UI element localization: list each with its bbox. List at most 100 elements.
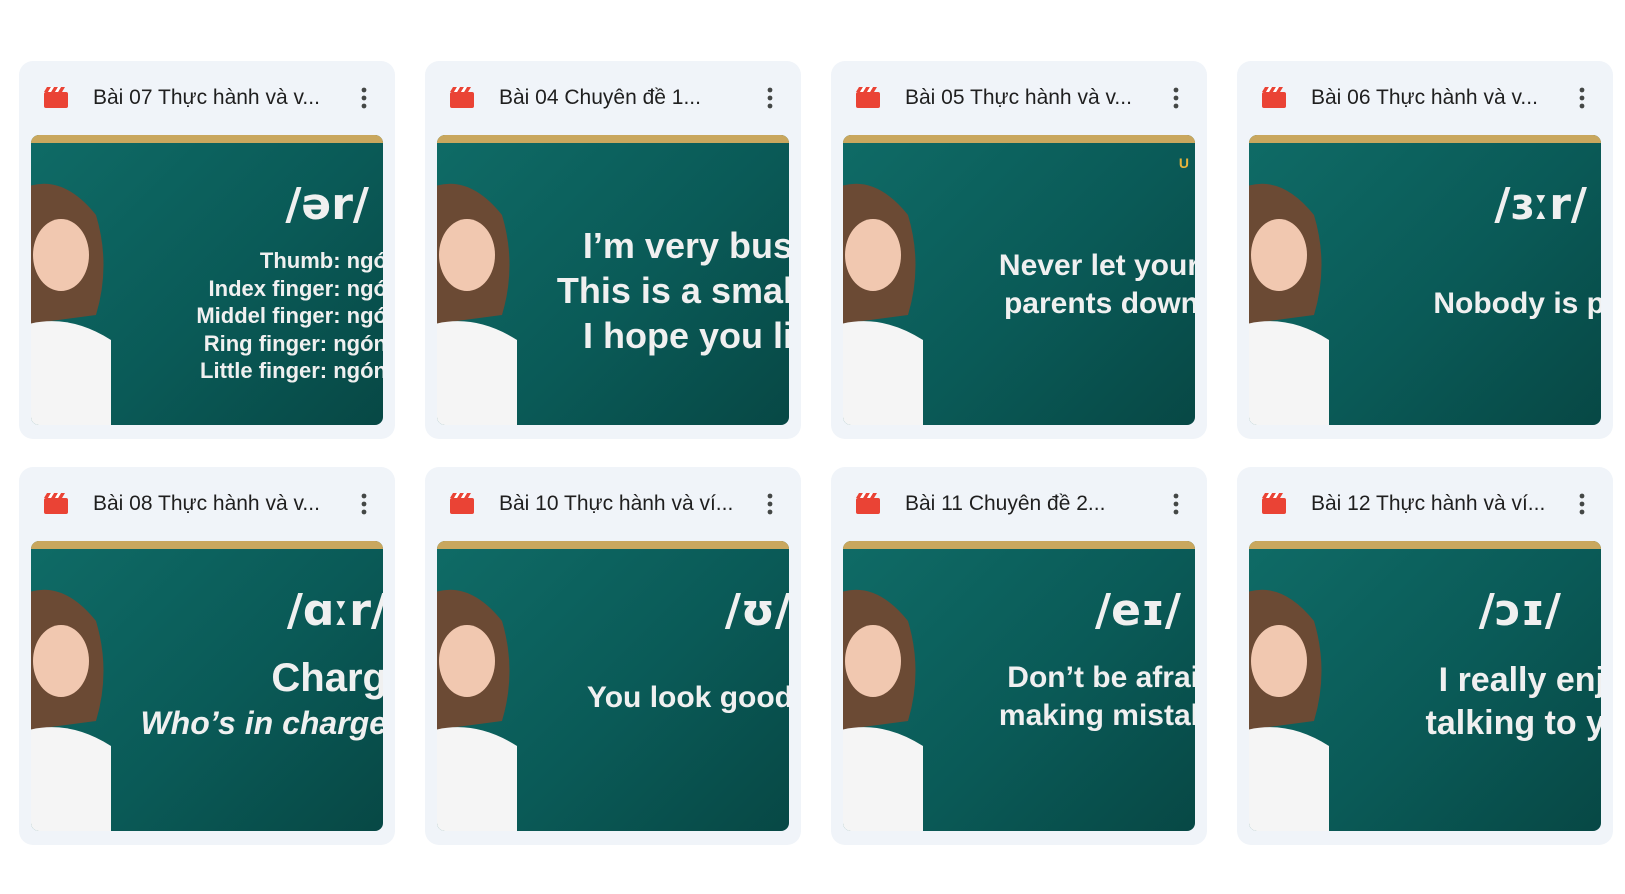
thumb-caption-line: making mistal [998,698,1195,732]
thumb-ipa-symbol: /ɔɪ/ [1478,585,1561,636]
card-header: Bài 08 Thực hành và v... [19,467,395,541]
video-card[interactable]: Bài 10 Thực hành và ví... /ʊ/ You look g… [425,467,801,845]
more-options-button[interactable] [1565,487,1599,521]
thumbnail-border [31,541,383,549]
video-thumbnail[interactable]: /ɜːr/ Nobody is p [1249,135,1601,425]
video-thumbnail[interactable]: /ɑːr/ Charg Who’s in charge [31,541,383,831]
card-header: Bài 07 Thực hành và v... [19,61,395,135]
video-card[interactable]: Bài 07 Thực hành và v... /ər/ Thumb: ngó… [19,61,395,439]
thumb-caption-line: I hope you li [582,315,789,356]
video-card[interactable]: Bài 12 Thực hành và ví... /ɔɪ/ I really … [1237,467,1613,845]
thumb-ipa-symbol: /ɜːr/ [1494,179,1587,230]
thumb-caption-line: You look good [586,681,789,714]
card-title: Bài 11 Chuyên đề 2... [905,492,1106,515]
thumb-ipa-symbol: /ɑːr/ [286,585,383,636]
thumbnail-border [437,135,789,143]
video-icon [450,493,474,514]
video-card[interactable]: Bài 06 Thực hành và v... /ɜːr/ Nobody is… [1237,61,1613,439]
thumb-caption-line: I’m very bus [582,225,789,266]
thumb-caption-line: talking to y [1425,703,1601,742]
card-title: Bài 06 Thực hành và v... [1311,86,1538,109]
thumbnail-border [1249,135,1601,143]
thumb-caption: I’m very bus This is a smal I hope you li [557,223,789,358]
card-title: Bài 05 Thực hành và v... [905,86,1132,109]
more-vert-icon [1173,87,1179,109]
video-card[interactable]: Bài 11 Chuyên đề 2... /eɪ/ Don’t be afra… [831,467,1207,845]
video-card[interactable]: Bài 04 Chuyên đề 1... I’m very bus This i… [425,61,801,439]
card-header: Bài 11 Chuyên đề 2... [831,467,1207,541]
card-header: Bài 10 Thực hành và ví... [425,467,801,541]
video-grid: Bài 07 Thực hành và v... /ər/ Thumb: ngó… [19,61,1613,845]
presenter-figure [1249,183,1329,425]
card-header: Bài 05 Thực hành và v... [831,61,1207,135]
video-thumbnail[interactable]: U Never let your parents down [843,135,1195,425]
thumbnail-border [31,135,383,143]
more-options-button[interactable] [347,81,381,115]
video-icon [44,493,68,514]
thumbnail-border [437,541,789,549]
thumb-caption-line: This is a smal [556,270,789,311]
card-title: Bài 04 Chuyên đề 1... [499,86,701,109]
thumb-caption-line: Ring finger: ngón [203,330,383,356]
card-title: Bài 07 Thực hành và v... [93,86,320,109]
video-thumbnail[interactable]: /ʊ/ You look good [437,541,789,831]
presenter-figure [437,589,517,831]
card-header: Bài 04 Chuyên đề 1... [425,61,801,135]
presenter-figure [843,183,923,425]
video-thumbnail[interactable]: /eɪ/ Don’t be afrai making mistal [843,541,1195,831]
thumb-caption: I really enj talking to y [1426,659,1601,744]
video-card[interactable]: Bài 08 Thực hành và v... /ɑːr/ Charg Who’… [19,467,395,845]
presenter-figure [1249,589,1329,831]
thumb-caption: Nobody is p [1433,285,1601,323]
presenter-figure [31,589,111,831]
video-thumbnail[interactable]: /ər/ Thumb: ngó Index finger: ngó Middel f… [31,135,383,425]
thumb-caption-line: Index finger: ngó [208,275,383,301]
video-icon [1262,493,1286,514]
presenter-figure [31,183,111,425]
card-title: Bài 08 Thực hành và v... [93,492,320,515]
more-vert-icon [361,493,367,515]
more-vert-icon [767,493,773,515]
thumb-caption: You look good [587,679,789,717]
thumb-caption: Never let your parents down [999,247,1195,322]
more-options-button[interactable] [1159,81,1193,115]
more-vert-icon [361,87,367,109]
card-header: Bài 06 Thực hành và v... [1237,61,1613,135]
video-thumbnail[interactable]: I’m very bus This is a smal I hope you li [437,135,789,425]
video-icon [856,493,880,514]
thumb-caption-line: Who’s in charge [140,705,383,741]
thumb-caption-line: Don’t be afrai [1007,661,1195,694]
more-options-button[interactable] [753,487,787,521]
more-options-button[interactable] [1565,81,1599,115]
more-options-button[interactable] [753,81,787,115]
more-vert-icon [767,87,773,109]
thumb-caption: Charg Who’s in charge [140,653,383,743]
more-options-button[interactable] [1159,487,1193,521]
card-title: Bài 10 Thực hành và ví... [499,492,734,515]
video-thumbnail[interactable]: /ɔɪ/ I really enj talking to y [1249,541,1601,831]
thumb-caption-line: Thumb: ngó [259,248,383,273]
thumb-caption-line: Charg [271,656,383,700]
video-icon [856,87,880,108]
video-icon [44,87,68,108]
video-icon [1262,87,1286,108]
thumb-ipa-symbol: /ʊ/ [724,585,789,636]
presenter-figure [843,589,923,831]
more-vert-icon [1579,493,1585,515]
thumb-caption: Thumb: ngó Index finger: ngó Middel finger… [196,247,383,385]
thumb-caption-line: parents down [1003,286,1195,320]
thumb-ipa-symbol: /eɪ/ [1095,585,1181,636]
card-title: Bài 12 Thực hành và ví... [1311,492,1546,515]
thumbnail-border [843,135,1195,143]
more-options-button[interactable] [347,487,381,521]
video-icon [450,87,474,108]
more-vert-icon [1579,87,1585,109]
thumb-caption-line: Middel finger: ngó [196,303,383,328]
presenter-figure [437,183,517,425]
thumb-caption-line: Never let your [998,249,1195,282]
video-card[interactable]: Bài 05 Thực hành và v... U Never let you… [831,61,1207,439]
thumb-caption: Don’t be afrai making mistal [999,659,1195,734]
thumbnail-border [1249,541,1601,549]
thumb-ipa-symbol: /ər/ [285,179,369,230]
thumb-caption-line: Little finger: ngón [200,358,383,383]
